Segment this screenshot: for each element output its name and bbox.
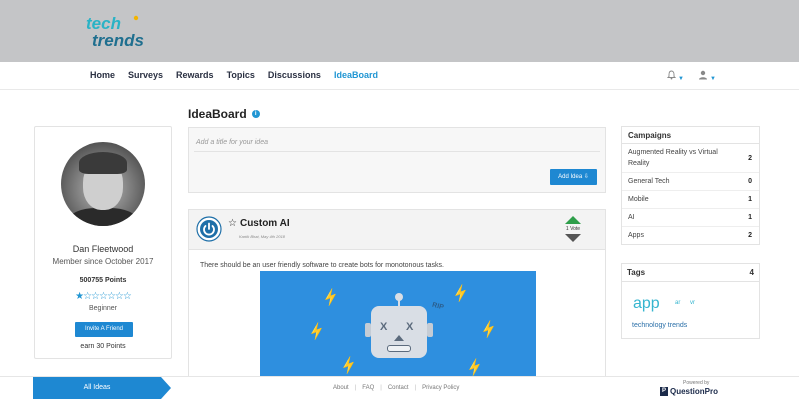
logo-text-trends: trends [92,31,144,50]
page-title-text: IdeaBoard [188,107,247,121]
idea-author-meta: Kartik Bhat, May 4th 2018 [239,234,286,239]
questionpro-logo[interactable]: P QuestionPro [660,387,718,396]
campaign-item[interactable]: Augmented Reality vs Virtual Reality 2 [622,144,759,173]
footer-separator: | [414,385,417,391]
rip-text: RIP [431,301,445,312]
questionpro-name: QuestionPro [670,387,719,396]
invite-friend-button[interactable]: Invite A Friend [75,322,133,337]
nav-topics[interactable]: Topics [227,70,255,80]
footer-separator: | [380,385,382,391]
notifications-menu[interactable]: ▼ [666,70,684,83]
tech-trends-logo[interactable]: tech trends [84,12,164,52]
idea-card: ☆ Custom AI Kartik Bhat, May 4th 2018 1 V… [188,209,606,381]
nav-home[interactable]: Home [90,70,115,80]
downvote-arrow-icon[interactable] [565,234,581,242]
tag-app[interactable]: app [633,295,660,313]
info-icon[interactable]: i [251,110,260,118]
footer-link-contact[interactable]: Contact [388,385,409,391]
footer-link-faq[interactable]: FAQ [362,385,374,391]
tags-title: Tags [627,268,646,277]
idea-title-text: Custom AI [239,218,290,229]
powered-by-text: Powered by [683,380,710,386]
avatar [61,142,145,226]
favorite-star-icon[interactable]: ☆ [228,218,237,229]
idea-title-input[interactable]: Add a title for your idea [194,134,600,152]
idea-title[interactable]: ☆ Custom AI [228,218,290,229]
tags-panel: Tags 4 app ar vr technology trends [621,263,760,339]
campaign-item[interactable]: AI 1 [622,209,759,227]
idea-image-robot: ⚡ ⚡ ⚡ ⚡ ⚡ ⚡ X X RIP [260,271,536,380]
points-total: 500755 Points [79,277,127,284]
questionpro-mark-icon: P [660,387,668,396]
member-level: Beginner [88,305,118,312]
chevron-down-icon: ▼ [678,76,684,82]
nav-ideaboard[interactable]: IdeaBoard [334,70,378,80]
nav-surveys[interactable]: Surveys [128,70,163,80]
main-nav: Home Surveys Rewards Topics Discussions … [0,62,799,90]
new-idea-form: Add a title for your idea Add Idea ⇩ [188,127,606,193]
profile-name: Dan Fleetwood [72,244,134,254]
user-icon [698,70,707,80]
tag-vr[interactable]: vr [690,300,695,306]
vote-widget: 1 Vote [563,216,583,246]
star-rating: ★☆☆☆☆☆☆ [75,291,132,302]
campaigns-panel: Campaigns Augmented Reality vs Virtual R… [621,126,760,245]
earn-points-text: earn 30 Points [80,343,126,350]
footer: All Ideas About | FAQ | Contact | Privac… [0,376,799,405]
member-since: Member since October 2017 [52,257,154,266]
power-icon [196,216,222,242]
robot-eye-right: X [406,321,414,333]
page-title: IdeaBoard i [188,107,260,121]
footer-separator: | [354,385,357,391]
tag-ar[interactable]: ar [675,300,680,306]
add-idea-button[interactable]: Add Idea ⇩ [550,169,597,185]
campaign-item[interactable]: Apps 2 [622,227,759,244]
campaigns-title: Campaigns [622,127,759,144]
tag-technology-trends[interactable]: technology trends [632,322,687,329]
profile-card: Dan Fleetwood Member since October 2017 … [34,126,172,359]
campaign-item[interactable]: General Tech 0 [622,173,759,191]
chevron-down-icon: ▼ [709,76,716,82]
footer-link-about[interactable]: About [333,385,349,391]
arrow-right-icon [161,377,171,399]
tags-count: 4 [749,268,754,277]
idea-description: There should be an user friendly softwar… [200,262,444,269]
campaign-item[interactable]: Mobile 1 [622,191,759,209]
robot-eye-left: X [380,321,388,333]
idea-header: ☆ Custom AI Kartik Bhat, May 4th 2018 1 V… [189,210,605,250]
vote-count: 1 Vote [565,226,581,232]
top-banner: tech trends [0,0,799,62]
nav-rewards[interactable]: Rewards [176,70,214,80]
footer-link-privacy[interactable]: Privacy Policy [422,385,459,391]
all-ideas-button[interactable]: All Ideas [33,377,161,399]
upvote-arrow-icon[interactable] [565,216,581,224]
nav-discussions[interactable]: Discussions [268,70,321,80]
user-menu[interactable]: ▼ [698,70,716,83]
bell-icon [666,70,677,80]
